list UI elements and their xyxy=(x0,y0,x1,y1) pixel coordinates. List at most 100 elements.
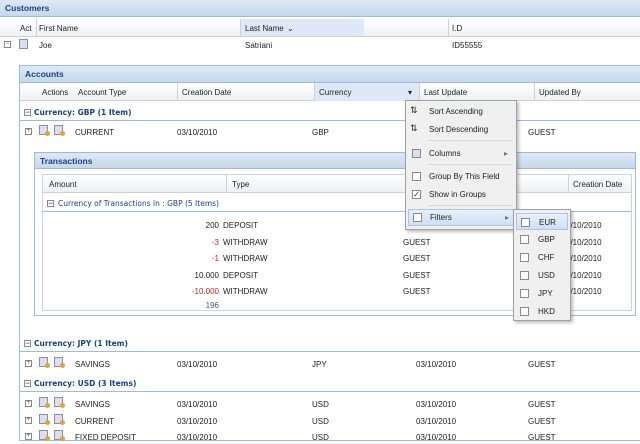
edit-icon[interactable] xyxy=(54,397,65,408)
show-in-groups-checkbox[interactable]: ✓ xyxy=(412,190,421,199)
edit-icon[interactable] xyxy=(54,413,65,425)
filter-checkbox[interactable] xyxy=(520,271,529,280)
filters-submenu: EUR GBP CHF USD JPY HKD xyxy=(513,209,571,321)
filter-checkbox[interactable] xyxy=(520,235,529,244)
transaction-updated-by: GUEST xyxy=(403,287,431,296)
menu-filters[interactable]: Filters ▸ xyxy=(408,209,514,226)
collapse-icon[interactable]: − xyxy=(24,380,31,387)
menu-label: Columns xyxy=(429,149,461,158)
col-act[interactable]: Act xyxy=(20,24,32,33)
transaction-type: DEPOSIT xyxy=(223,221,259,230)
col-updated-by[interactable]: Updated By xyxy=(539,88,581,97)
col-last-name[interactable]: Last Name xyxy=(245,24,284,33)
filter-option-chf[interactable]: CHF xyxy=(516,249,568,266)
col-type[interactable]: Type xyxy=(232,180,249,189)
view-icon[interactable] xyxy=(39,125,50,136)
edit-icon[interactable] xyxy=(54,430,65,441)
account-group-header[interactable]: − Currency: GBP (1 Item) xyxy=(20,104,640,121)
transaction-amount: 10.000 xyxy=(194,270,219,280)
collapse-icon[interactable]: − xyxy=(47,200,54,207)
account-group-header[interactable]: − Currency: USD (3 Items) xyxy=(20,375,640,392)
filter-option-usd[interactable]: USD xyxy=(516,267,568,284)
account-row[interactable]: + CURRENT 03/10/2010 GBP GUEST xyxy=(20,123,640,139)
account-row[interactable]: + SAVINGS 03/10/2010 JPY 03/10/2010 GUEST xyxy=(20,355,640,371)
menu-columns[interactable]: Columns ▸ xyxy=(406,145,516,162)
sort-descending-icon: ⇅ xyxy=(410,123,418,133)
submenu-arrow-icon: ▸ xyxy=(505,213,510,222)
transaction-creation-date: 3/10/2010 xyxy=(566,270,602,280)
account-type: CURRENT xyxy=(75,416,115,426)
account-updated: 03/10/2010 xyxy=(416,416,457,426)
group-label: Currency: GBP (1 Item) xyxy=(34,108,132,117)
transaction-type: WITHDRAW xyxy=(223,287,268,296)
expand-icon[interactable]: + xyxy=(25,400,32,407)
col-tx-creation-date[interactable]: Creation Date xyxy=(573,180,622,189)
edit-icon[interactable] xyxy=(54,357,65,368)
menu-label: Group By This Field xyxy=(429,172,500,181)
submenu-arrow-icon: ▸ xyxy=(504,149,509,158)
view-icon[interactable] xyxy=(39,397,50,408)
collapse-icon[interactable]: − xyxy=(4,41,11,48)
expand-icon[interactable]: + xyxy=(25,416,32,424)
transaction-creation-date: 3/10/2010 xyxy=(566,221,602,230)
customer-row[interactable]: − Joe Satriani ID55555 xyxy=(0,38,640,52)
account-type: SAVINGS xyxy=(75,360,110,369)
account-created: 03/10/2010 xyxy=(177,416,218,426)
menu-sort-descending[interactable]: ⇅ Sort Descending xyxy=(406,121,516,138)
col-last-update[interactable]: Last Update xyxy=(424,88,467,97)
view-icon[interactable] xyxy=(39,357,50,368)
collapse-icon[interactable]: − xyxy=(24,109,31,116)
account-group-header[interactable]: − Currency: JPY (1 Item) xyxy=(20,335,640,352)
menu-label: Show in Groups xyxy=(429,190,486,199)
column-menu-trigger-icon[interactable]: ▾ xyxy=(408,88,412,97)
menu-group-by-field[interactable]: Group By This Field xyxy=(406,168,516,185)
filter-label: HKD xyxy=(538,307,555,316)
filter-option-gbp[interactable]: GBP xyxy=(516,231,568,248)
col-creation-date[interactable]: Creation Date xyxy=(182,88,231,97)
view-badge-icon xyxy=(45,131,50,136)
transaction-amount: -10.000 xyxy=(191,287,219,296)
col-account-type[interactable]: Account Type xyxy=(78,88,126,97)
account-updated: 03/10/2010 xyxy=(416,360,457,369)
col-actions[interactable]: Actions xyxy=(42,88,68,97)
filter-checkbox[interactable] xyxy=(520,253,529,262)
transaction-creation-date: 3/10/2010 xyxy=(566,254,602,263)
account-row[interactable]: + CURRENT 03/10/2010 USD 03/10/2010 GUEST xyxy=(20,412,640,428)
collapse-icon[interactable]: − xyxy=(24,340,31,347)
col-first-name[interactable]: First Name xyxy=(39,24,78,33)
filters-checkbox[interactable] xyxy=(413,213,422,222)
menu-sort-ascending[interactable]: ⇅ Sort Ascending xyxy=(406,103,516,120)
transaction-amount: -1 xyxy=(211,254,219,263)
filter-checkbox[interactable] xyxy=(521,218,530,227)
edit-icon[interactable] xyxy=(54,125,65,136)
filter-option-hkd[interactable]: HKD xyxy=(516,303,568,320)
account-row[interactable]: + FIXED DEPOSIT 03/10/2010 USD 03/10/2010 GUE… xyxy=(20,428,640,444)
transaction-updated-by: GUEST xyxy=(403,237,431,247)
col-id[interactable]: I.D xyxy=(452,24,462,33)
customers-panel-title: Customers xyxy=(0,0,640,17)
expand-icon[interactable]: + xyxy=(25,433,32,440)
view-icon[interactable] xyxy=(39,430,50,441)
filter-label: CHF xyxy=(538,253,555,262)
customer-action-icon[interactable] xyxy=(19,39,28,49)
edit-badge-icon xyxy=(60,363,65,368)
edit-badge-icon xyxy=(60,436,65,441)
transaction-updated-by: GUEST xyxy=(403,270,431,280)
expand-icon[interactable]: + xyxy=(25,360,32,367)
transactions-title: Transactions xyxy=(35,153,635,169)
columns-icon xyxy=(412,149,421,158)
col-amount[interactable]: Amount xyxy=(49,180,77,189)
menu-show-in-groups[interactable]: ✓ Show in Groups xyxy=(406,186,516,203)
group-label: Currency: USD (3 Items) xyxy=(34,379,137,388)
filter-label: GBP xyxy=(538,235,555,244)
filter-option-eur[interactable]: EUR xyxy=(516,213,568,230)
group-icon xyxy=(412,172,421,181)
expand-icon[interactable]: + xyxy=(25,128,32,135)
transaction-creation-date: 3/10/2010 xyxy=(566,287,602,296)
filter-checkbox[interactable] xyxy=(520,307,529,316)
view-icon[interactable] xyxy=(39,413,50,425)
col-currency[interactable]: Currency xyxy=(319,88,351,97)
filter-checkbox[interactable] xyxy=(520,289,529,298)
filter-option-jpy[interactable]: JPY xyxy=(516,285,568,302)
account-row[interactable]: + SAVINGS 03/10/2010 USD 03/10/2010 GUEST xyxy=(20,395,640,411)
